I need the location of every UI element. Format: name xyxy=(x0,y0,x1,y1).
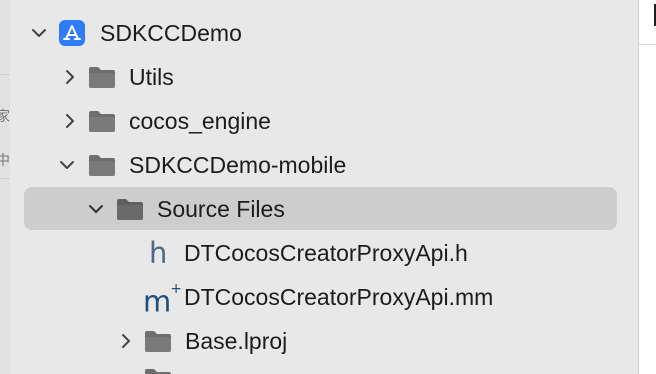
folder-icon xyxy=(145,369,171,374)
tree-row-label: DTCocosCreatorProxyApi.mm xyxy=(184,284,494,310)
tree-row-label: Source Files xyxy=(157,196,285,222)
tree-row-label: Base.lproj xyxy=(185,328,288,354)
tree-row-label: DTCocosCreatorProxyApi.h xyxy=(184,240,468,266)
tree-row-label: SDKCCDemo-mobile xyxy=(129,152,347,178)
tree-row-source-files[interactable]: Source Files xyxy=(10,187,638,231)
folder-icon xyxy=(145,331,171,352)
tree-row-impl-file[interactable]: m+ DTCocosCreatorProxyApi.mm xyxy=(10,275,638,319)
folder-icon xyxy=(117,199,143,220)
divider xyxy=(639,44,656,45)
tree-row-base-lproj[interactable]: Base.lproj xyxy=(10,319,638,363)
project-navigator: SDKCCDemo Utils cocos_engine SDKCCDemo-m… xyxy=(10,0,638,374)
header-file-icon: h xyxy=(149,236,168,270)
tree-row-label: cocos_engine xyxy=(129,108,271,134)
folder-icon xyxy=(89,155,115,176)
chevron-right-icon[interactable] xyxy=(61,112,79,130)
folder-icon xyxy=(89,67,115,88)
xcode-app-icon xyxy=(59,20,85,46)
tree-row-header-file[interactable]: h DTCocosCreatorProxyApi.h xyxy=(10,231,638,275)
objc-impl-file-icon: m+ xyxy=(143,281,182,319)
tree-row-sdkccdemo-mobile[interactable]: SDKCCDemo-mobile xyxy=(10,143,638,187)
left-panel-edge: 家 中 xyxy=(0,0,10,374)
truncated-text: 中 xyxy=(0,152,10,168)
selection-highlight xyxy=(24,187,617,230)
tree-row-label: SDKCCDemo xyxy=(100,20,242,46)
tree-row-project[interactable]: SDKCCDemo xyxy=(10,11,638,55)
tree-row-utils[interactable]: Utils xyxy=(10,55,638,99)
divider xyxy=(0,74,10,75)
chevron-down-icon[interactable] xyxy=(87,200,105,218)
tree-row-cocos-engine[interactable]: cocos_engine xyxy=(10,99,638,143)
chevron-right-icon[interactable] xyxy=(117,332,135,350)
chevron-right-icon[interactable] xyxy=(61,68,79,86)
chevron-down-icon[interactable] xyxy=(30,24,48,42)
truncated-text: 家 xyxy=(0,108,10,124)
editor-area[interactable] xyxy=(638,0,656,374)
folder-icon xyxy=(89,111,115,132)
tree-row-label: Utils xyxy=(129,64,174,90)
divider xyxy=(0,178,10,179)
chevron-down-icon[interactable] xyxy=(58,156,76,174)
